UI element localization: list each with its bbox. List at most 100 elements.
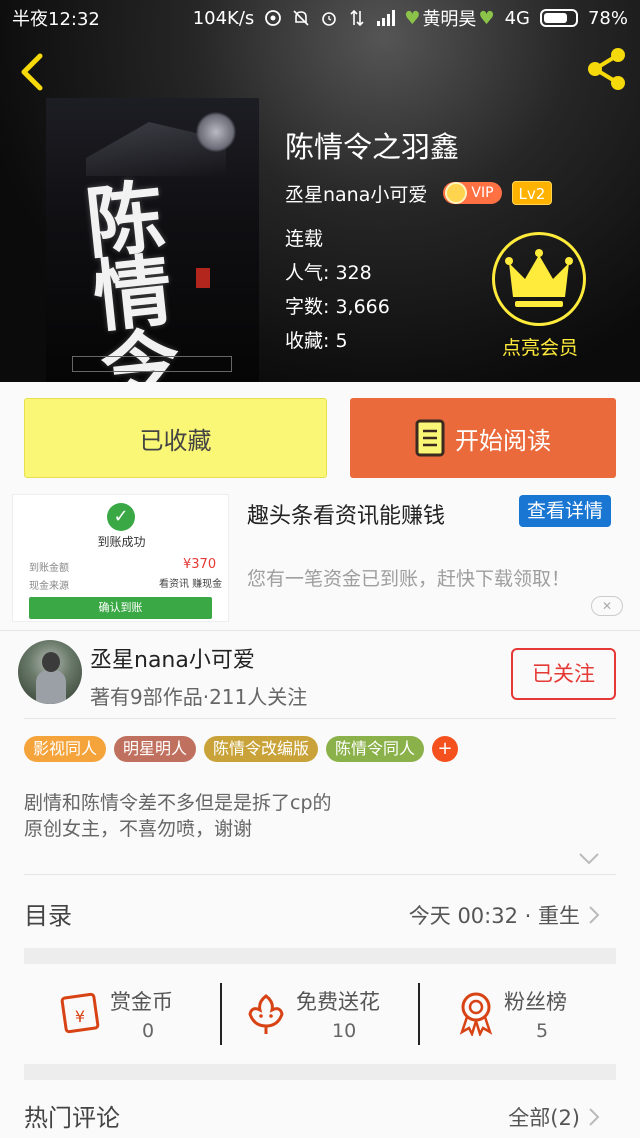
member-button[interactable] xyxy=(492,232,586,326)
section-divider xyxy=(24,948,616,964)
signal-icon xyxy=(376,9,396,27)
avatar-head xyxy=(42,652,60,672)
ad-image-source-value: 看资讯 赚现金 xyxy=(159,579,223,590)
cover-calligraphy: 陈情令 xyxy=(81,171,185,382)
catalog-label[interactable]: 目录 xyxy=(24,896,72,931)
book-author[interactable]: 丞星nana小可爱 xyxy=(285,180,427,207)
synopsis[interactable]: 剧情和陈情令差不多但是是拆了cp的 原创女主，不喜勿喷，谢谢 xyxy=(24,790,332,842)
reward-coins-value: 0 xyxy=(142,1020,155,1042)
tag[interactable]: 陈情令同人 xyxy=(326,736,425,762)
status-time: 半夜12:32 xyxy=(12,9,100,30)
ad-image-confirm: 确认到账 xyxy=(29,597,212,619)
network-type: 4G xyxy=(504,7,530,29)
stat-separator xyxy=(220,983,222,1045)
sync-icon xyxy=(264,9,282,27)
book-icon xyxy=(415,419,445,457)
catalog-latest[interactable]: 今天 00:32 · 重生 xyxy=(409,900,600,930)
ad-details-button[interactable]: 查看详情 xyxy=(519,495,611,527)
check-icon: ✓ xyxy=(107,503,135,531)
svg-text:¥: ¥ xyxy=(75,1007,85,1026)
heart-icon: ♥ xyxy=(478,7,495,29)
ad-image-source-label: 现金来源 xyxy=(29,581,69,592)
popularity: 人气: 328 xyxy=(285,262,372,284)
cover-seal-art xyxy=(196,268,210,288)
reward-coins-label: 赏金币 xyxy=(110,990,173,1014)
hot-comments-label: 热门评论 xyxy=(24,1104,120,1132)
red-envelope-icon: ¥ xyxy=(60,992,100,1034)
ad-title[interactable]: 趣头条看资讯能赚钱 xyxy=(247,498,445,530)
favorite-count: 收藏: 5 xyxy=(285,330,348,352)
synopsis-line: 剧情和陈情令差不多但是是拆了cp的 xyxy=(24,792,332,814)
catalog-latest-text: 今天 00:32 · 重生 xyxy=(408,904,580,928)
free-flowers[interactable]: 免费送花 10 xyxy=(246,980,406,1050)
ad-description: 您有一笔资金已到账，赶快下载领取！ xyxy=(247,568,571,590)
back-arrow-icon xyxy=(21,53,43,91)
cover-moon-art xyxy=(196,112,236,152)
divider xyxy=(24,718,616,719)
author-avatar[interactable] xyxy=(18,640,82,704)
ad-image[interactable]: ✓ 到账成功 到账金额 ¥370 现金来源 看资讯 赚现金 确认到账 xyxy=(12,494,229,622)
alarm-icon xyxy=(320,9,338,27)
tag[interactable]: 明星明人 xyxy=(114,736,197,762)
fan-ranking-label: 粉丝榜 xyxy=(504,990,567,1014)
tag[interactable]: 陈情令改编版 xyxy=(204,736,319,762)
serial-status: 连载 xyxy=(285,228,324,250)
collected-button[interactable]: 已收藏 xyxy=(24,398,327,478)
share-button[interactable] xyxy=(584,46,630,92)
tag-list: 影视同人 明星明人 陈情令改编版 陈情令同人 + xyxy=(24,736,459,762)
start-reading-button[interactable]: 开始阅读 xyxy=(350,398,616,478)
battery-icon xyxy=(539,9,578,27)
tag[interactable]: 影视同人 xyxy=(24,736,107,762)
free-flowers-value: 10 xyxy=(332,1020,357,1042)
award-ribbon-icon xyxy=(459,992,493,1036)
fan-ranking[interactable]: 粉丝榜 5 xyxy=(456,980,596,1050)
collected-label: 已收藏 xyxy=(139,426,212,455)
start-reading-label: 开始阅读 xyxy=(455,426,551,455)
heart-icon: ♥ xyxy=(404,7,421,29)
ad-close-button[interactable]: ✕ xyxy=(591,596,623,616)
carrier-name: ♥ 黄明昊 ♥ xyxy=(404,5,494,31)
chevron-right-icon xyxy=(589,906,600,924)
network-speed: 104K/s xyxy=(192,7,255,29)
follow-button[interactable]: 已关注 xyxy=(511,648,616,700)
status-bar: 半夜12:32 104K/s ♥ 黄明昊 ♥ 4G 78% xyxy=(0,0,640,36)
reward-coins[interactable]: ¥ 赏金币 0 xyxy=(58,980,198,1050)
back-button[interactable] xyxy=(14,50,54,94)
section-divider xyxy=(24,1064,616,1080)
book-cover[interactable]: 陈情令 xyxy=(46,98,259,382)
all-comments-text: 全部(2) xyxy=(508,1106,580,1130)
divider xyxy=(0,630,640,631)
stat-separator xyxy=(418,983,420,1045)
share-icon xyxy=(588,48,625,90)
cover-border-art xyxy=(72,356,232,372)
data-transfer-icon xyxy=(348,9,366,27)
word-count: 字数: 3,666 xyxy=(285,296,390,318)
crown-icon xyxy=(505,249,573,307)
synopsis-line: 原创女主，不喜勿喷，谢谢 xyxy=(24,818,253,840)
ad-image-amount-label: 到账金额 xyxy=(29,563,69,574)
book-author-row: 丞星nana小可爱 VIP Lv2 xyxy=(285,178,553,208)
vip-label: VIP xyxy=(471,185,494,201)
book-header: 半夜12:32 104K/s ♥ 黄明昊 ♥ 4G 78% 陈 情 令 陈情令之… xyxy=(0,0,640,382)
carrier-label: 黄明昊 xyxy=(422,9,477,30)
chevron-down-icon[interactable] xyxy=(578,852,600,866)
book-title: 陈情令之羽鑫 xyxy=(285,130,460,164)
battery-level xyxy=(543,13,568,23)
add-tag-button[interactable]: + xyxy=(432,736,459,762)
author-stats: 著有9部作品·211人关注 xyxy=(90,685,308,709)
free-flowers-label: 免费送花 xyxy=(296,990,380,1014)
ad-image-status: 到账成功 xyxy=(97,535,146,549)
fan-ranking-value: 5 xyxy=(536,1020,549,1042)
divider xyxy=(24,874,616,875)
avatar-figure xyxy=(36,670,66,704)
author-name[interactable]: 丞星nana小可爱 xyxy=(90,642,255,674)
flower-icon xyxy=(248,994,284,1034)
chevron-right-icon xyxy=(589,1108,600,1126)
crown-icon xyxy=(445,182,468,204)
all-comments-link[interactable]: 全部(2) xyxy=(508,1102,600,1132)
battery-percent: 78% xyxy=(587,7,628,29)
vip-badge: VIP xyxy=(443,182,502,204)
mute-bell-icon xyxy=(292,9,310,27)
ad-image-amount: ¥370 xyxy=(183,557,217,572)
member-label[interactable]: 点亮会员 xyxy=(476,333,604,360)
